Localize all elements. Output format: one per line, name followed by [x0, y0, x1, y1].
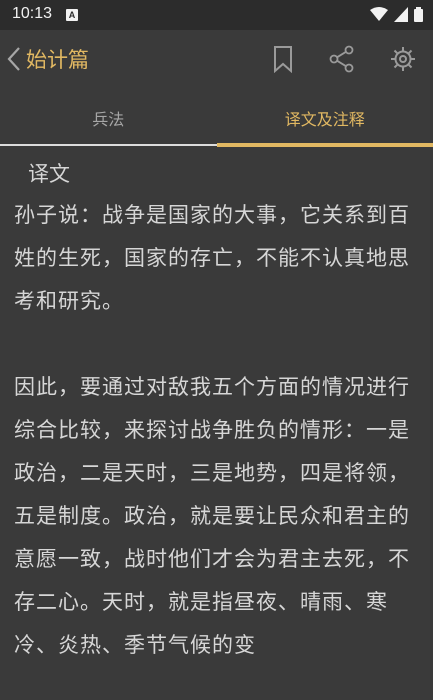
tab-bar: 兵法 译文及注释 [0, 90, 433, 146]
battery-icon [414, 7, 423, 22]
status-icons [370, 7, 423, 22]
signal-icon [394, 7, 408, 22]
status-bar: 10:13 A [0, 0, 433, 30]
paragraph-1: 孙子说：战争是国家的大事，它关系到百姓的生死，国家的存亡，不能不认真地思考和研究… [14, 203, 410, 313]
back-chevron-icon[interactable] [4, 44, 24, 74]
tab-bingfa[interactable]: 兵法 [0, 90, 217, 146]
section-heading: 译文 [28, 162, 70, 186]
notification-icon: A [66, 9, 78, 21]
content-area[interactable]: 译文 孙子说：战争是国家的大事，它关系到百姓的生死，国家的存亡，不能不认真地思考… [0, 148, 433, 700]
paragraph-2: 因此，要通过对敌我五个方面的情况进行综合比较，来探讨战争胜负的情形：一是政治，二… [14, 375, 410, 657]
page-title: 始计篇 [26, 48, 89, 72]
wifi-icon [370, 7, 388, 21]
settings-gear-icon[interactable] [389, 45, 417, 73]
tab-active-indicator [217, 143, 433, 147]
status-time: 10:13 [12, 5, 53, 22]
share-icon[interactable] [328, 45, 356, 73]
tab-translation-notes[interactable]: 译文及注释 [217, 90, 433, 146]
toolbar: 始计篇 [0, 30, 433, 90]
bookmark-icon[interactable] [269, 45, 297, 73]
